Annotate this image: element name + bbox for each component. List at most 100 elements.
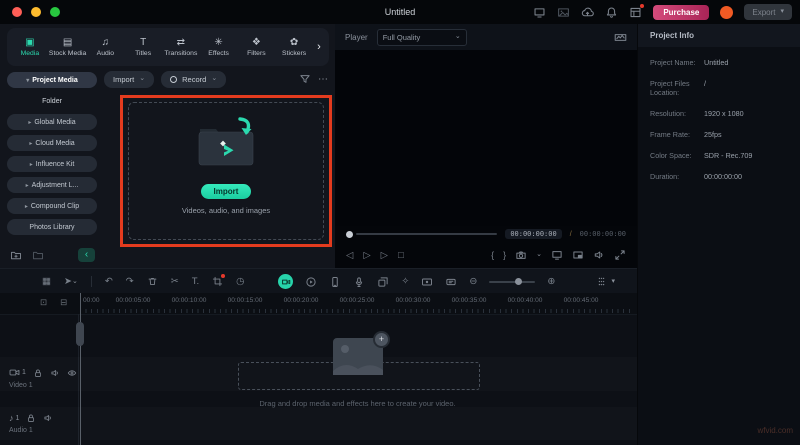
import-dropzone[interactable]: Import Videos, audio, and images (128, 102, 324, 240)
tab-titles[interactable]: T Titles (124, 37, 162, 57)
add-media-plus-icon[interactable]: + (373, 331, 390, 348)
import-media-button[interactable]: Import (200, 184, 252, 199)
timeline-drop-hint: Drag and drop media and effects here to … (259, 399, 456, 408)
undo-icon[interactable]: ↶ (105, 276, 113, 287)
snapshot-camera-icon[interactable] (515, 249, 527, 261)
whats-new-icon[interactable] (629, 3, 645, 19)
tab-effects[interactable]: ✳ Effects (200, 37, 238, 57)
step-forward-button[interactable]: ▷ (381, 250, 388, 261)
fullscreen-icon[interactable] (614, 249, 626, 261)
screen-record-icon[interactable] (421, 276, 433, 288)
voiceover-mic-icon[interactable] (353, 276, 365, 288)
project-info-title: Project Info (638, 24, 800, 47)
tab-audio[interactable]: ♫ Audio (87, 37, 125, 57)
speaker-icon[interactable] (593, 249, 605, 261)
media-content: Import ⌄ Record ⌄ ⋯ Import Videos, audio… (104, 70, 332, 268)
video-preview-area[interactable] (335, 50, 637, 226)
zoom-in-icon[interactable]: ⊕ (547, 276, 555, 287)
keyframe-icon[interactable]: ✧ (401, 276, 409, 287)
sidebar-item-global-media[interactable]: ▸ Global Media (7, 114, 97, 130)
render-preview-toggle[interactable] (278, 274, 294, 289)
link-tool-icon[interactable]: ⊟ (60, 297, 67, 308)
playhead[interactable] (76, 293, 84, 445)
zoom-slider-handle[interactable] (515, 277, 523, 285)
lock-track-icon[interactable] (33, 368, 43, 378)
notifications-bell-icon[interactable] (605, 6, 618, 19)
tab-stock-media[interactable]: ▤ Stock Media (49, 37, 87, 57)
preview-quality-icon[interactable] (305, 276, 317, 288)
zoom-out-icon[interactable]: ⊖ (469, 276, 477, 287)
mixer-layers-icon[interactable] (377, 276, 389, 288)
speed-icon[interactable]: ◷ (236, 276, 244, 287)
purchase-button[interactable]: Purchase (653, 4, 710, 20)
track-layout-icon[interactable]: ▦ (42, 276, 51, 287)
import-dropdown-button[interactable]: Import ⌄ (104, 70, 155, 88)
second-screen-icon[interactable] (551, 249, 563, 261)
mute-track-icon[interactable] (43, 413, 53, 423)
info-row-duration: Duration: 00:00:00:00 (650, 172, 742, 181)
crop-icon[interactable] (212, 274, 226, 287)
cloud-upload-icon[interactable] (581, 6, 595, 19)
media-toolbar: Import ⌄ Record ⌄ ⋯ (104, 70, 329, 88)
ruler-ticks (80, 309, 631, 313)
stop-button[interactable]: □ (398, 250, 404, 261)
mute-track-icon[interactable] (50, 368, 60, 378)
timeline-ruler[interactable]: ⊡ ⊟ 00:00 00:00:05:00 00:00:10:00 00:00:… (0, 293, 637, 315)
sidebar-item-cloud-media[interactable]: ▸ Cloud Media (7, 135, 97, 151)
hide-track-eye-icon[interactable] (67, 368, 77, 378)
tab-filters[interactable]: ❖ Filters (238, 37, 276, 57)
new-folder-icon[interactable] (10, 249, 22, 261)
playhead-grip[interactable] (76, 322, 84, 346)
video-scope-icon[interactable] (614, 31, 627, 44)
snap-tool-icon[interactable]: ⊡ (40, 297, 47, 308)
add-text-icon[interactable]: T. (192, 276, 199, 287)
info-row-project-name: Project Name: Untitled (650, 58, 729, 67)
split-scissors-icon[interactable]: ✂ (171, 276, 179, 287)
play-button[interactable]: ▷ (363, 250, 370, 261)
audio-track-lane[interactable] (0, 407, 637, 440)
collapse-sidebar-button[interactable]: ‹ (78, 248, 95, 262)
media-preview-icon[interactable] (557, 6, 570, 19)
tab-transitions[interactable]: ⇄ Transitions (162, 37, 200, 57)
sidebar-item-folder[interactable]: Folder (7, 93, 97, 109)
tab-stickers[interactable]: ✿ Stickers (275, 37, 313, 57)
sidebar-item-influence-kit[interactable]: ▸ Influence Kit (7, 156, 97, 172)
lock-track-icon[interactable] (26, 413, 36, 423)
redo-icon[interactable]: ↷ (126, 276, 134, 287)
delete-trash-icon[interactable] (147, 276, 158, 287)
info-row-frame-rate: Frame Rate: 25fps (650, 130, 722, 139)
more-tabs-chevron-icon[interactable]: › (313, 41, 325, 53)
sidebar-item-photos-library[interactable]: Photos Library (7, 219, 97, 235)
media-icon: ▣ (25, 36, 35, 48)
seek-track[interactable] (356, 233, 498, 235)
sidebar-item-project-media[interactable]: ▾ Project Media (7, 72, 97, 88)
sidebar-item-adjustment-layer[interactable]: ▸ Adjustment L... (7, 177, 97, 193)
seek-bar: 00:00:00:00 / 00:00:00:00 (335, 226, 637, 242)
export-button[interactable]: Export ▾ (744, 4, 792, 20)
marker-icon[interactable] (445, 276, 457, 288)
quality-select[interactable]: Full Quality ⌄ (376, 28, 467, 46)
track-manager-icon[interactable] (596, 276, 607, 287)
tab-media[interactable]: ▣ Media (11, 36, 49, 57)
select-cursor-icon[interactable]: ➤ ⌄ (64, 276, 78, 287)
ruler-label: 00:00:20:00 (283, 297, 319, 304)
player-panel: Player Full Quality ⌄ 00:00:00:00 / 00:0… (335, 24, 637, 268)
delete-folder-icon[interactable] (32, 249, 44, 261)
display-mode-icon[interactable] (533, 6, 546, 19)
timeline-zoom-slider[interactable] (489, 277, 536, 285)
titlebar: Untitled Purchase Export ▾ (0, 0, 800, 24)
track-manager-caret-icon[interactable]: ▾ (611, 278, 615, 285)
account-avatar[interactable] (720, 5, 734, 19)
seek-handle[interactable] (346, 230, 353, 238)
media-placeholder-thumbnail[interactable]: + (333, 331, 390, 375)
mark-out-button[interactable]: } (503, 250, 506, 260)
pip-view-icon[interactable] (572, 249, 584, 261)
mark-in-button[interactable]: { (491, 250, 494, 260)
phone-mirror-icon[interactable] (329, 276, 341, 288)
step-back-button[interactable]: ◁ (346, 250, 353, 261)
more-options-icon[interactable]: ⋯ (318, 74, 329, 85)
filter-funnel-icon[interactable] (299, 73, 311, 85)
record-dropdown-button[interactable]: Record ⌄ (161, 70, 227, 88)
sidebar-item-compound-clip[interactable]: ▸ Compound Clip (7, 198, 97, 214)
snapshot-caret-icon[interactable]: ⌄ (536, 251, 542, 258)
